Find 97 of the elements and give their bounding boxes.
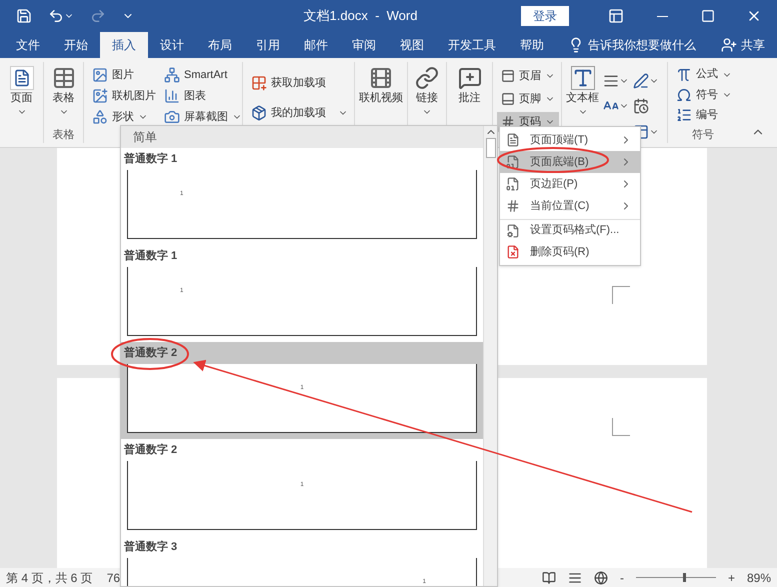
ribbon-button[interactable]: 我的加载项 [251, 104, 354, 122]
word-count: 76 [106, 570, 120, 586]
group-label: 表格 [52, 128, 74, 142]
picture-icon [92, 67, 108, 83]
print-layout-icon[interactable] [568, 570, 582, 584]
ribbon-tab[interactable]: 插入 [100, 32, 148, 58]
ribbon-tab[interactable]: 视图 [388, 32, 436, 58]
ribbon-button[interactable]: 形状 [92, 108, 156, 126]
shapes-icon [92, 109, 108, 125]
web-layout-icon[interactable] [594, 570, 608, 584]
undo-icon [48, 8, 64, 24]
ribbon-tab[interactable]: 设计 [148, 32, 196, 58]
camera-icon [164, 109, 180, 125]
grid-plus-icon [251, 75, 267, 91]
menu-item[interactable]: 页面底端(B) [500, 151, 640, 173]
gallery-item-label: 普通数字 2 [123, 345, 178, 361]
link-icon [415, 66, 439, 90]
hash-icon [506, 199, 520, 213]
gallery-scrollbar[interactable] [483, 126, 497, 586]
ribbon-button[interactable]: 公式 [676, 66, 732, 84]
zoom-slider-thumb[interactable] [682, 573, 686, 582]
person-add-icon [721, 37, 737, 53]
ribbon-button[interactable]: 编号 [676, 106, 718, 124]
online-video-button[interactable]: 联机视频 [359, 66, 403, 106]
ribbon-button[interactable]: 页脚 [497, 89, 559, 109]
undo-button[interactable] [48, 8, 74, 24]
lines-icon [603, 72, 619, 89]
ribbon-tab[interactable]: 开始 [52, 32, 100, 58]
calendar-icon [633, 98, 649, 114]
link-button[interactable]: 链接 [415, 66, 439, 116]
margin-corner-mark [612, 418, 630, 436]
ribbon-button[interactable]: 屏幕截图 [164, 108, 242, 126]
comment-button[interactable]: 批注 [458, 66, 482, 106]
film-icon [369, 66, 393, 90]
gallery-item-label: 普通数字 2 [123, 442, 178, 458]
pages-button[interactable]: 页面 [10, 66, 34, 116]
table-icon [52, 66, 76, 90]
ribbon-tab[interactable]: 引用 [244, 32, 292, 58]
page-icon [10, 66, 34, 90]
bar-chart-icon [164, 88, 180, 104]
zoom-in-button[interactable]: + [728, 568, 735, 586]
zoom-out-button[interactable]: - [620, 568, 624, 586]
menu-item[interactable]: 页边距(P) [500, 173, 640, 195]
gallery-header: 简单 [121, 126, 483, 148]
menu-item[interactable]: 页面顶端(T) [500, 129, 640, 151]
ribbon-button[interactable]: 符号 [676, 86, 732, 104]
ribbon-tab[interactable]: 邮件 [292, 32, 340, 58]
table-button[interactable]: 表格 [52, 66, 76, 116]
gallery-item-label: 普通数字 3 [123, 539, 178, 555]
page-footer-icon [501, 92, 515, 106]
group-label: 符号 [691, 128, 714, 143]
tell-me-field[interactable]: 告诉我你想要做什么 [588, 36, 696, 54]
ribbon-tab[interactable]: 审阅 [340, 32, 388, 58]
ribbon-tab[interactable]: 布局 [196, 32, 244, 58]
ribbon-button[interactable]: 联机图片 [92, 87, 156, 105]
numbered-list-icon [676, 106, 692, 123]
zoom-level: 89% [746, 570, 771, 586]
gallery-item-label: 普通数字 1 [123, 248, 178, 264]
ribbon-display-icon [608, 8, 624, 24]
ribbon-button[interactable]: SmartArt [164, 66, 242, 84]
page-number-icon [506, 177, 520, 191]
ribbon-tab[interactable]: 开发工具 [436, 32, 508, 58]
omega-icon [676, 86, 692, 103]
diagram-icon [164, 67, 180, 83]
page-icon [506, 133, 520, 147]
pen-icon [633, 72, 649, 89]
margin-corner-mark [612, 286, 630, 304]
save-button[interactable] [16, 8, 32, 24]
window-title: 文档1.docx - Word [302, 7, 418, 26]
comment-icon [458, 66, 482, 90]
menu-item[interactable]: 当前位置(C) [500, 195, 640, 217]
page-gear-icon [506, 224, 520, 238]
picture-globe-icon [92, 88, 108, 104]
box-icon [251, 105, 267, 121]
save-icon [16, 8, 32, 24]
menu-item[interactable]: 设置页码格式(F)... [500, 219, 640, 241]
page-info: 第 4 页，共 6 页 [6, 570, 93, 586]
pi-icon [676, 66, 692, 83]
ribbon-button[interactable]: 图表 [164, 87, 242, 105]
menu-item[interactable]: 删除页码(R) [500, 241, 640, 263]
maximize-icon [701, 9, 715, 23]
page-number-icon [506, 155, 520, 169]
redo-icon [90, 8, 106, 24]
share-button[interactable]: 共享 [721, 32, 765, 58]
scroll-thumb[interactable] [486, 138, 496, 158]
hash-icon [501, 115, 515, 129]
page-delete-icon [506, 245, 520, 259]
ribbon-button[interactable]: 图片 [92, 66, 156, 84]
text-box-icon [570, 66, 594, 90]
ribbon-button[interactable]: 页眉 [497, 66, 559, 86]
ribbon-button[interactable]: 获取加载项 [251, 74, 354, 92]
read-mode-icon[interactable] [542, 570, 556, 584]
gallery-item-label: 普通数字 1 [123, 151, 178, 167]
page-header-icon [501, 69, 515, 83]
ribbon-tab[interactable]: 文件 [4, 32, 52, 58]
ribbon-tab[interactable]: 帮助 [508, 32, 556, 58]
sign-in-button[interactable]: 登录 [521, 6, 569, 26]
